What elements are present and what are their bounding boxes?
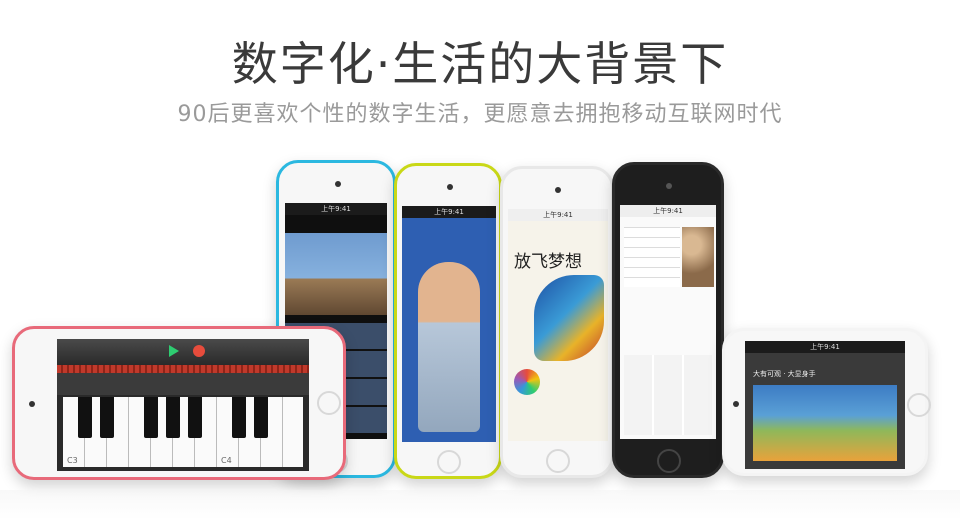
key-label-c3: C3 bbox=[67, 456, 78, 465]
camera-icon bbox=[666, 183, 672, 189]
slide-title: 大有可观 · 大显身手 bbox=[753, 370, 816, 378]
record-icon[interactable] bbox=[193, 345, 205, 357]
status-bar: 上午9:41 bbox=[402, 206, 496, 218]
photo-skateboarder bbox=[285, 233, 387, 315]
page-title: 数字化·生活的大背景下 bbox=[231, 37, 729, 91]
book-title: 放飞梦想 bbox=[514, 252, 582, 272]
slide-map bbox=[753, 385, 897, 461]
ipod-white: 上午9:41 放飞梦想 bbox=[500, 166, 614, 478]
status-bar: 上午9:41 bbox=[620, 205, 716, 217]
home-button bbox=[317, 391, 341, 415]
ipod-pink-piano: C3 C4 bbox=[12, 326, 346, 480]
ipod-yellow: 上午9:41 bbox=[394, 163, 502, 479]
ipod-black-screen: 上午9:41 bbox=[620, 205, 716, 439]
photo-child bbox=[418, 262, 480, 432]
garageband-toolbar bbox=[57, 339, 309, 365]
status-bar: 上午9:41 bbox=[745, 341, 905, 353]
floor-reflection bbox=[0, 490, 960, 520]
piano-keyboard[interactable]: C3 C4 bbox=[63, 397, 303, 467]
ipod-landscape-screen: 上午9:41 大有可观 · 大显身手 bbox=[745, 341, 905, 469]
piano-screen: C3 C4 bbox=[57, 339, 309, 471]
home-button bbox=[437, 450, 461, 474]
ipod-landscape-right: 上午9:41 大有可观 · 大显身手 bbox=[722, 328, 931, 476]
timeline-bar bbox=[57, 365, 309, 373]
page-subtitle: 90后更喜欢个性的数字生活，更愿意去拥抱移动互联网时代 bbox=[177, 102, 783, 127]
ipod-yellow-screen: 上午9:41 bbox=[402, 206, 496, 442]
home-button bbox=[657, 449, 681, 473]
color-wheel bbox=[514, 369, 540, 395]
camera-icon bbox=[555, 187, 561, 193]
ipod-black: 上午9:41 bbox=[612, 162, 724, 478]
camera-icon bbox=[447, 184, 453, 190]
home-button bbox=[907, 393, 931, 417]
instrument-controls bbox=[57, 373, 309, 395]
home-button bbox=[546, 449, 570, 473]
chart-grid bbox=[624, 355, 712, 435]
status-bar: 上午9:41 bbox=[508, 209, 608, 221]
photo-food bbox=[682, 227, 714, 287]
camera-icon bbox=[733, 401, 739, 407]
key-label-c4: C4 bbox=[221, 456, 232, 465]
status-bar: 上午9:41 bbox=[285, 203, 387, 215]
play-icon[interactable] bbox=[169, 345, 179, 357]
camera-icon bbox=[29, 401, 35, 407]
camera-icon bbox=[335, 181, 341, 187]
ipod-white-screen: 上午9:41 放飞梦想 bbox=[508, 209, 608, 441]
butterfly-illustration bbox=[534, 275, 604, 361]
chart-thumbnail bbox=[624, 227, 680, 287]
